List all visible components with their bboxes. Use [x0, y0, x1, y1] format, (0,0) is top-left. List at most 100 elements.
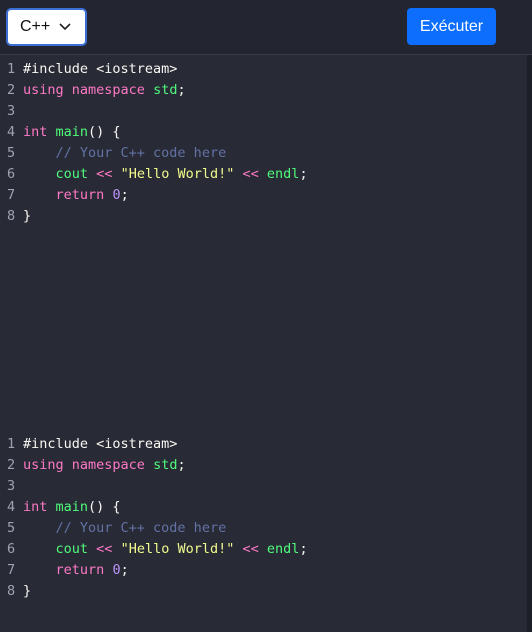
- code-text: return 0;: [23, 185, 129, 206]
- code-token: namespace: [71, 82, 145, 98]
- code-token: return: [55, 187, 105, 203]
- code-token: cout: [55, 541, 89, 557]
- line-number: 8: [7, 208, 16, 224]
- code-text: // Your C++ code here: [23, 143, 227, 164]
- code-token: <<: [242, 166, 259, 182]
- line-number: 6: [7, 166, 16, 182]
- scrollbar[interactable]: [527, 55, 532, 632]
- language-select-value: C++: [20, 18, 51, 35]
- code-token: main: [55, 124, 89, 140]
- code-line[interactable]: 7 return 0;: [0, 560, 527, 581]
- code-token: using: [23, 457, 64, 473]
- code-token: ;: [177, 82, 186, 98]
- code-text: int main() {: [23, 122, 121, 143]
- code-text: using namespace std;: [23, 80, 186, 101]
- line-number: 4: [7, 124, 16, 140]
- code-line[interactable]: 3: [0, 476, 527, 497]
- line-number: 2: [7, 82, 16, 98]
- code-text: int main() {: [23, 497, 121, 518]
- code-token: }: [23, 583, 32, 599]
- code-token: <<: [96, 541, 113, 557]
- code-token: cout: [55, 166, 89, 182]
- code-token: main: [55, 499, 89, 515]
- line-number: 5: [7, 520, 16, 536]
- code-text: // Your C++ code here: [23, 518, 227, 539]
- code-token: std: [153, 457, 178, 473]
- code-editor-2[interactable]: 1 #include <iostream> 2 using namespace std…: [0, 434, 527, 632]
- code-token: ;: [120, 187, 129, 203]
- line-number: 3: [7, 478, 16, 494]
- code-token: namespace: [71, 457, 145, 473]
- code-text: return 0;: [23, 560, 129, 581]
- code-text: }: [23, 206, 31, 227]
- code-line[interactable]: 1 #include <iostream>: [0, 59, 527, 80]
- code-text: cout << "Hello World!" << endl;: [23, 539, 308, 560]
- code-token: // Your C++ code here: [55, 520, 227, 536]
- code-text: using namespace std;: [23, 455, 186, 476]
- code-line[interactable]: 8}: [0, 581, 527, 602]
- code-token: ;: [177, 457, 186, 473]
- code-token: ;: [299, 166, 308, 182]
- line-number: 5: [7, 145, 16, 161]
- code-line[interactable]: 2 using namespace std;: [0, 455, 527, 476]
- code-token: int: [23, 124, 48, 140]
- line-number: 1: [7, 61, 16, 77]
- code-line[interactable]: 6 cout << "Hello World!" << endl;: [0, 164, 527, 185]
- code-line[interactable]: 5 // Your C++ code here: [0, 143, 527, 164]
- line-number: 6: [7, 541, 16, 557]
- code-line[interactable]: 4 int main() {: [0, 122, 527, 143]
- code-token: std: [153, 82, 178, 98]
- code-token: 0: [112, 562, 121, 578]
- code-line[interactable]: 5 // Your C++ code here: [0, 518, 527, 539]
- line-number: 7: [7, 187, 16, 203]
- code-token: "Hello World!": [120, 541, 235, 557]
- code-token: <<: [242, 541, 259, 557]
- code-line[interactable]: 7 return 0;: [0, 185, 527, 206]
- code-line[interactable]: 8}: [0, 206, 527, 227]
- code-token: using: [23, 82, 64, 98]
- line-number: 4: [7, 499, 16, 515]
- code-editor-1[interactable]: 1 #include <iostream> 2 using namespace std…: [0, 59, 527, 259]
- code-token: #include <iostream>: [23, 436, 178, 452]
- code-token: int: [23, 499, 48, 515]
- code-token: <<: [96, 166, 113, 182]
- code-token: () {: [88, 499, 121, 515]
- code-token: #include <iostream>: [23, 61, 178, 77]
- language-select[interactable]: C++: [6, 8, 87, 46]
- code-line[interactable]: 3: [0, 101, 527, 122]
- line-number: 8: [7, 583, 16, 599]
- code-line[interactable]: 2 using namespace std;: [0, 80, 527, 101]
- code-token: ;: [120, 562, 129, 578]
- line-number: 2: [7, 457, 16, 473]
- line-number: 1: [7, 436, 16, 452]
- code-line[interactable]: 6 cout << "Hello World!" << endl;: [0, 539, 527, 560]
- run-button[interactable]: Exécuter: [407, 8, 496, 45]
- code-line[interactable]: 1 #include <iostream>: [0, 434, 527, 455]
- code-token: // Your C++ code here: [55, 145, 227, 161]
- code-token: 0: [112, 187, 121, 203]
- toolbar: C++ Exécuter: [0, 0, 532, 55]
- code-line[interactable]: 4 int main() {: [0, 497, 527, 518]
- code-text: #include <iostream>: [23, 59, 177, 80]
- code-token: ;: [299, 541, 308, 557]
- code-token: return: [55, 562, 105, 578]
- code-text: #include <iostream>: [23, 434, 177, 455]
